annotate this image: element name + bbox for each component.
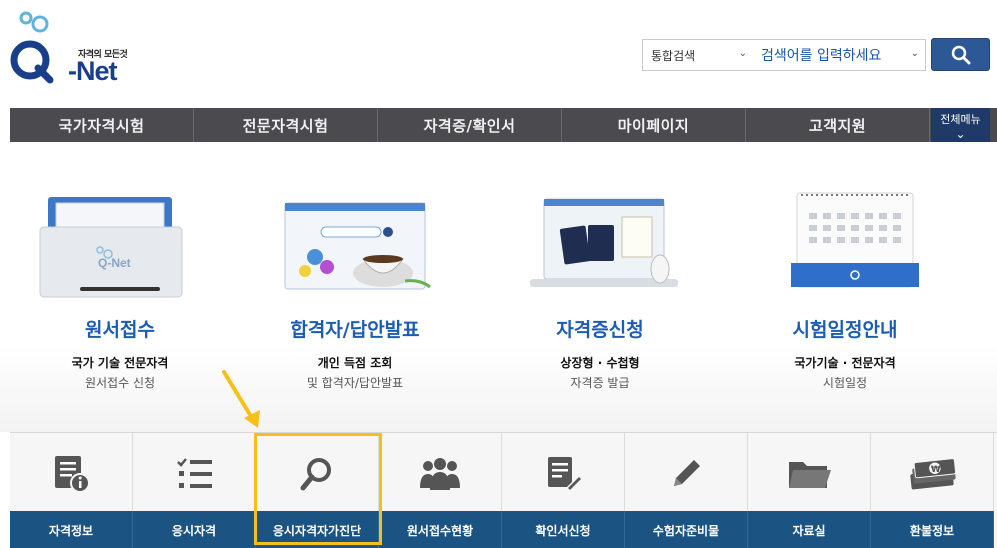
header: 자격의 모든것 -Net 통합검색 ⌄ 검색어를 입력하세요 ⌄ [0,0,997,108]
chevron-down-icon: ⌄ [738,48,747,59]
quick-item-label: 자격정보 [10,511,133,548]
main-service-area: Q-Net 원서접수 국가 기술 전문자격 원서접수 신청 합격자/답안발표 개… [0,142,997,432]
search-icon [951,45,970,64]
quick-item-library[interactable]: 자료실 [748,433,871,548]
quick-item-exam-supplies[interactable]: 수험자준비물 [625,433,748,548]
quick-item-label: 확인서신청 [502,511,625,548]
card-certificate[interactable]: 자격증신청 상장형 · 수첩형 자격증 발급 [480,142,720,432]
info-document-icon [46,449,96,499]
search-category-label: 통합검색 [651,48,696,63]
card-subtitle: 개인 득점 조회 [317,356,393,370]
nav-item-certificate[interactable]: 자격증/확인서 [378,108,562,142]
folder-icon [784,449,834,499]
laptop-certificate-illustration-icon [530,198,678,287]
magnifier-icon [292,449,342,499]
quick-item-confirmation-request[interactable]: 확인서신청 [502,433,625,548]
search-category-select[interactable]: 통합검색 ⌄ [643,40,755,70]
chevron-down-icon: ⌄ [955,127,966,141]
card-description: 자격증 발급 [570,376,630,390]
quick-item-application-status[interactable]: 원서접수현황 [379,433,502,548]
pencil-icon [661,449,711,499]
nav-item-support[interactable]: 고객지원 [746,108,930,142]
all-menu-button[interactable]: 전체메뉴 ⌄ [931,108,990,142]
quick-item-label: 수험자준비물 [625,511,748,548]
card-result[interactable]: 합격자/답안발표 개인 득점 조회 및 합격자/답안발표 [235,142,475,432]
card-subtitle: 국가기술 · 전문자격 [794,356,896,370]
folder-illustration-icon: Q-Net [39,197,183,298]
all-menu-label: 전체메뉴 [940,113,981,126]
card-title: 원서접수 [85,319,155,341]
calendar-illustration-icon [791,192,919,288]
svg-text:₩: ₩ [931,465,941,475]
card-schedule[interactable]: 시험일정안내 국가기술 · 전문자격 시험일정 [725,142,965,432]
quick-item-label: 응시자격 [133,511,256,548]
card-title: 자격증신청 [556,319,644,341]
quick-menu: 자격정보 응시자격 응시자격자가진단 원서접수현황 확인서신청 수험자준비물 자… [10,432,997,548]
quick-item-eligibility[interactable]: 응시자격 [133,433,256,548]
checklist-icon [169,449,219,499]
card-description: 시험일정 [822,376,868,390]
search-box: 통합검색 ⌄ 검색어를 입력하세요 ⌄ [642,39,926,71]
quick-item-label: 응시자격자가진단 [256,511,379,548]
nav-item-mypage[interactable]: 마이페이지 [562,108,746,142]
main-nav: 국가자격시험 전문자격시험 자격증/확인서 마이페이지 고객지원 [10,108,997,142]
quick-item-refund-info[interactable]: ₩ 환불정보 [871,433,994,548]
quick-item-label: 자료실 [748,511,871,548]
quick-item-self-diagnosis[interactable]: 응시자격자가진단 [256,433,379,548]
card-title: 합격자/답안발표 [290,319,420,341]
logo-text: -Net [68,56,117,86]
qnet-logo[interactable]: 자격의 모든것 -Net [10,10,130,90]
search-input[interactable]: 검색어를 입력하세요 ⌄ [755,40,925,70]
nav-item-professional-exam[interactable]: 전문자격시험 [194,108,378,142]
card-subtitle: 국가 기술 전문자격 [71,356,169,370]
card-subtitle: 상장형 · 수첩형 [560,356,640,370]
search-button[interactable] [931,38,990,71]
nav-item-national-exam[interactable]: 국가자격시험 [10,108,194,142]
quick-item-label: 환불정보 [871,511,994,548]
browser-teacup-illustration-icon [284,202,431,290]
quick-item-label: 원서접수현황 [379,511,502,548]
money-icon: ₩ [907,449,957,499]
card-title: 시험일정안내 [792,319,898,341]
document-edit-icon [538,449,588,499]
pointer-arrow-icon [222,370,260,428]
people-group-icon [415,449,465,499]
search-placeholder: 검색어를 입력하세요 [761,48,882,64]
quick-item-qualification-info[interactable]: 자격정보 [10,433,133,548]
card-description: 및 합격자/답안발표 [306,376,404,390]
card-description: 원서접수 신청 [84,376,156,390]
card-application[interactable]: Q-Net 원서접수 국가 기술 전문자격 원서접수 신청 [0,142,240,432]
chevron-down-icon: ⌄ [910,48,919,59]
svg-text:Q-Net: Q-Net [98,256,131,270]
